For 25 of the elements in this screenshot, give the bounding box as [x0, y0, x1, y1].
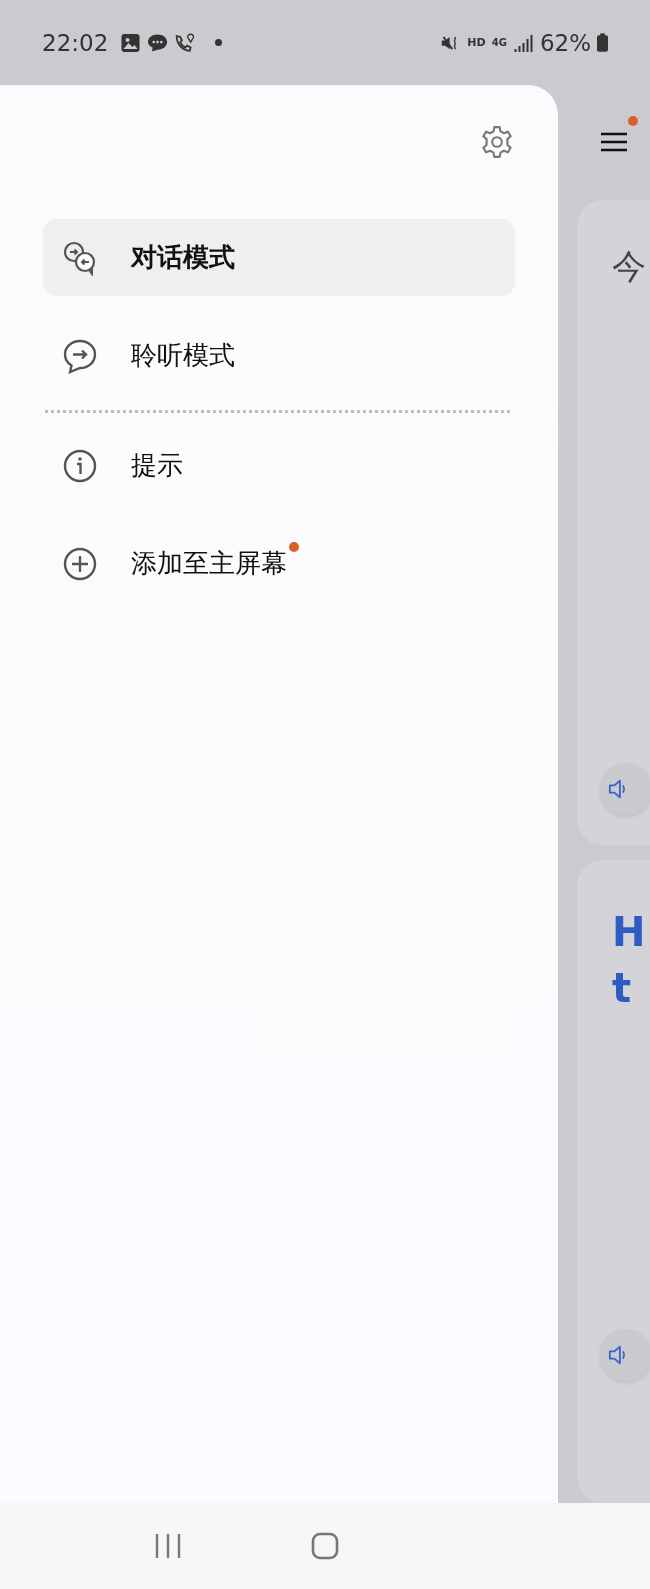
drawer-item[interactable]: 聆听模式 [43, 317, 515, 394]
hd-label: HD [467, 36, 486, 49]
speaker-button[interactable] [600, 1329, 650, 1381]
call-location-icon [174, 32, 196, 53]
add-circle-icon [62, 545, 98, 582]
info-icon [62, 447, 98, 484]
speaker-button[interactable] [600, 763, 650, 815]
drawer-item[interactable]: 添加至主屏幕 [43, 525, 515, 602]
settings-icon[interactable] [480, 125, 514, 159]
drawer-item[interactable]: 提示 [43, 427, 515, 504]
notification-dot-icon [215, 39, 223, 46]
chat-bubbles-icon [62, 239, 98, 276]
battery-percent: 62% [539, 29, 591, 56]
status-time: 22:02 [42, 29, 109, 56]
message-icon [147, 32, 169, 53]
battery-icon [597, 33, 608, 52]
drawer-item[interactable]: 对话模式 [43, 219, 515, 296]
gallery-icon [120, 32, 142, 53]
card-text: t [612, 964, 632, 1013]
signal-icon [512, 32, 534, 53]
card-text: 今 [612, 245, 646, 288]
card-text: H [612, 908, 646, 957]
network-label: 4G [491, 37, 507, 48]
home-icon[interactable] [310, 1531, 340, 1561]
chat-arrow-icon [62, 337, 98, 374]
